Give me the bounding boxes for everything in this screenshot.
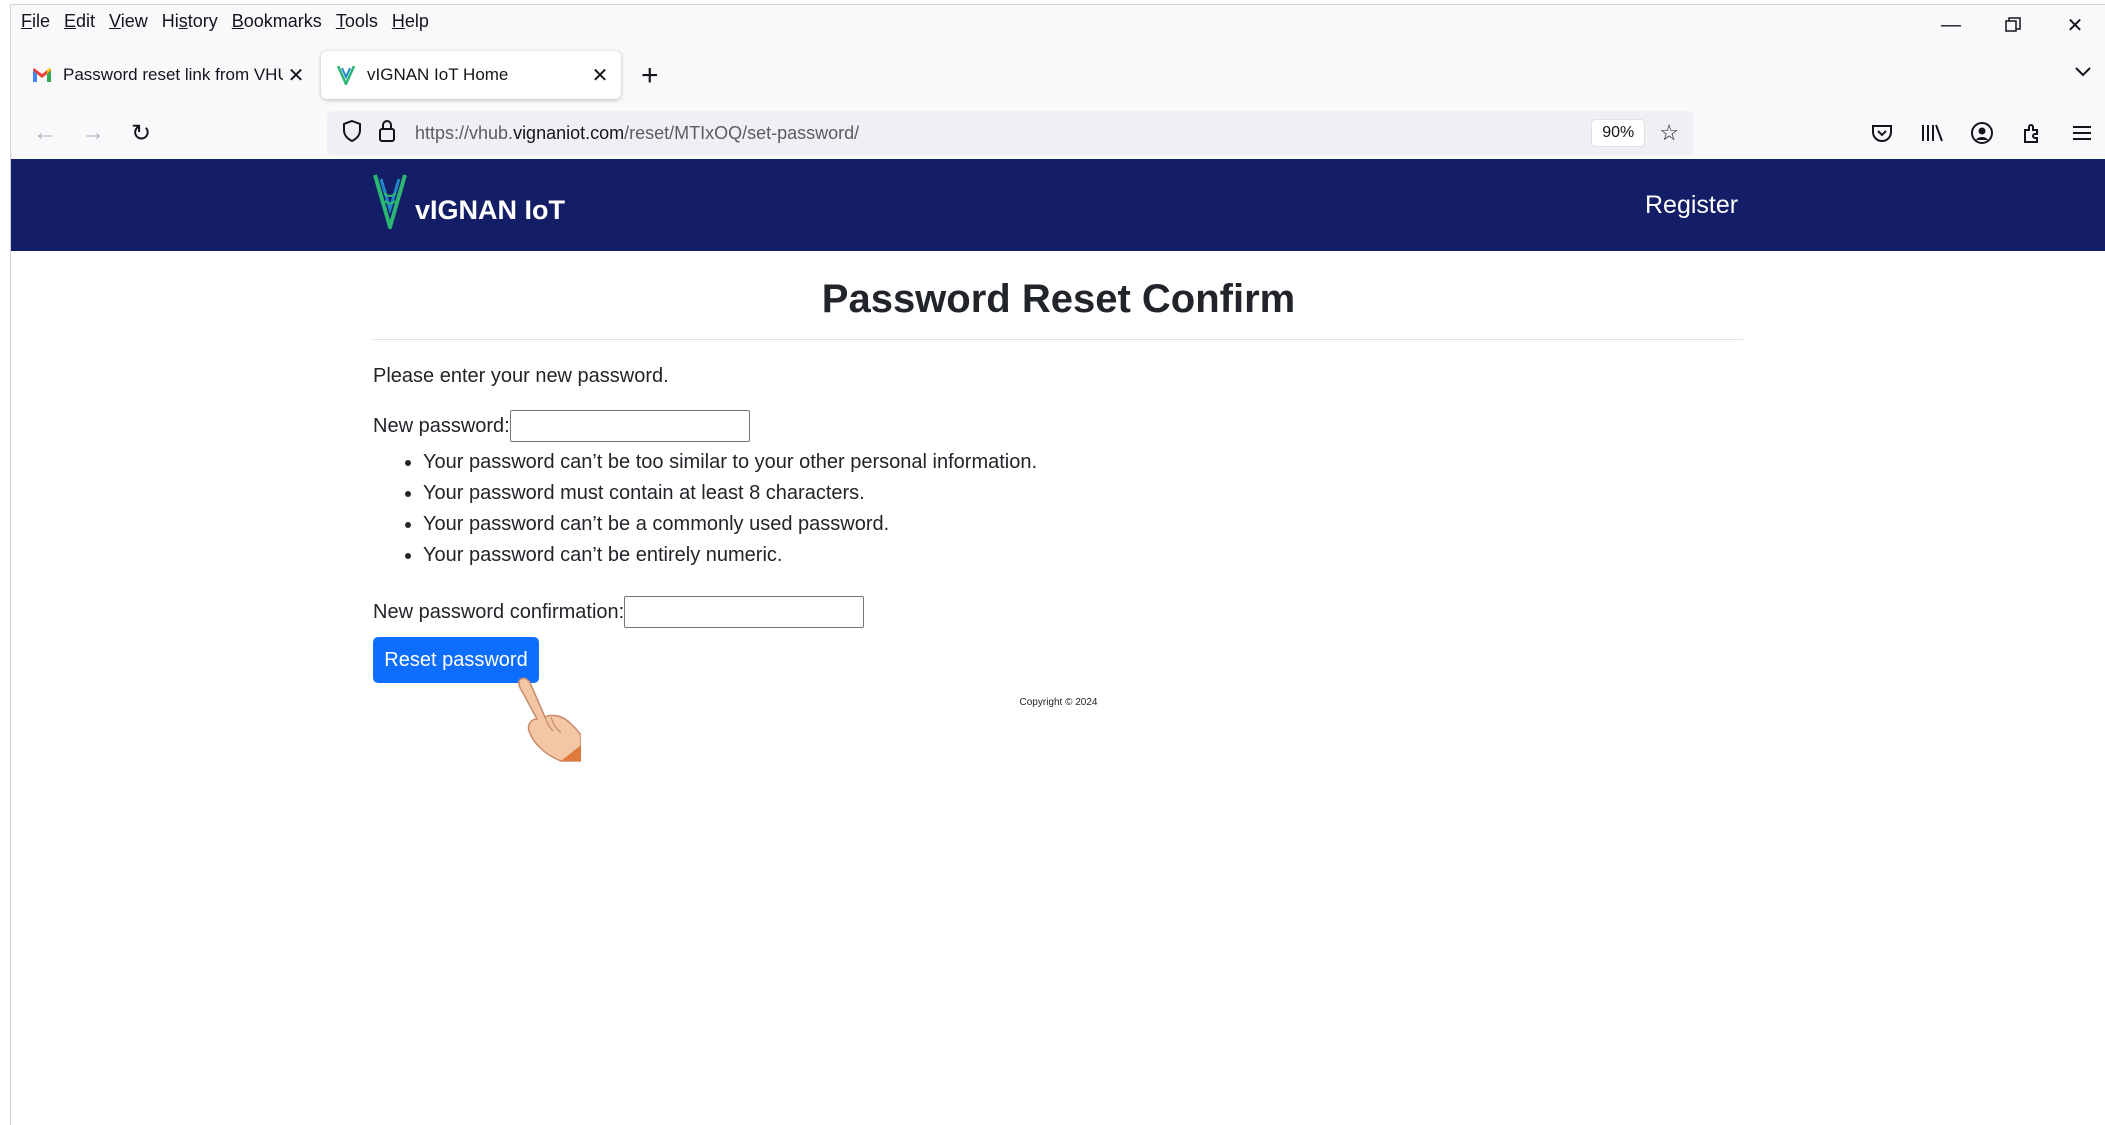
confirm-password-input[interactable] [624, 596, 865, 628]
account-icon[interactable] [1968, 119, 1996, 147]
browser-window: File Edit View History Bookmarks Tools H… [10, 4, 2105, 1125]
intro-text: Please enter your new password. [373, 365, 669, 387]
confirm-password-row: New password confirmation: [373, 596, 865, 628]
site-header: vIGNAN IoT Register [11, 159, 2105, 251]
menu-view[interactable]: View [109, 11, 148, 32]
copyright-text: Copyright © 2024 [1019, 697, 1098, 708]
password-rules-list: Your password can’t be too similar to yo… [403, 447, 1037, 571]
new-password-input[interactable] [509, 410, 750, 442]
vignan-logo-icon [335, 64, 357, 86]
close-tab-icon[interactable]: ✕ [283, 63, 309, 88]
forward-icon[interactable]: → [77, 117, 109, 149]
menu-bookmarks[interactable]: Bookmarks [232, 11, 322, 32]
register-link[interactable]: Register [1645, 191, 1738, 220]
window-controls: — ✕ [1920, 5, 2105, 45]
star-icon[interactable]: ☆ [1659, 120, 1679, 146]
menu-help[interactable]: Help [392, 11, 429, 32]
list-item: Your password can’t be a commonly used p… [423, 509, 1037, 540]
confirm-password-label: New password confirmation: [373, 600, 625, 623]
menu-history[interactable]: History [162, 11, 218, 32]
shield-icon[interactable] [341, 119, 367, 148]
library-icon[interactable] [1918, 119, 1946, 147]
url-bar[interactable]: https://vhub.vignaniot.com/reset/MTIxOQ/… [327, 111, 1693, 155]
new-password-row: New password: [373, 410, 750, 442]
pointing-hand-icon [505, 675, 582, 768]
page-title: Password Reset Confirm [821, 277, 1296, 321]
tab-title: Password reset link from VHUB.V [63, 65, 283, 84]
menu-tools[interactable]: Tools [336, 11, 378, 32]
reload-icon[interactable]: ↻ [125, 117, 157, 149]
pocket-icon[interactable] [1868, 119, 1896, 147]
page-content: vIGNAN IoT Register Password Reset Confi… [11, 159, 2105, 1125]
nav-bar: ← → ↻ https://vhub.vignaniot.com/reset/M… [11, 105, 2105, 161]
menu-bar: File Edit View History Bookmarks Tools H… [11, 5, 2105, 37]
chevron-down-icon[interactable] [2074, 61, 2092, 84]
new-tab-icon[interactable]: + [641, 59, 659, 93]
tab-title: vIGNAN IoT Home [367, 65, 509, 84]
zoom-level[interactable]: 90% [1591, 119, 1646, 147]
site-logo[interactable]: vIGNAN IoT [373, 173, 566, 235]
gmail-icon [31, 64, 53, 86]
lock-icon[interactable] [377, 119, 403, 148]
new-password-label: New password: [373, 414, 510, 437]
list-item: Your password must contain at least 8 ch… [423, 478, 1037, 509]
url-text[interactable]: https://vhub.vignaniot.com/reset/MTIxOQ/… [415, 123, 1591, 144]
toolbar-icons [1868, 119, 2096, 147]
menu-file[interactable]: File [21, 11, 50, 32]
menu-edit[interactable]: Edit [64, 11, 95, 32]
list-item: Your password can’t be entirely numeric. [423, 540, 1037, 571]
tab-strip: Password reset link from VHUB.V ✕ vIGNAN… [11, 49, 2105, 105]
brand-name: vIGNAN IoT [415, 195, 566, 225]
extensions-icon[interactable] [2018, 119, 2046, 147]
divider [373, 339, 1743, 340]
tab-gmail[interactable]: Password reset link from VHUB.V ✕ [17, 51, 317, 99]
back-icon[interactable]: ← [29, 117, 61, 149]
vignan-logo-icon [373, 173, 407, 235]
restore-icon[interactable] [1982, 5, 2044, 45]
hamburger-menu-icon[interactable] [2068, 119, 2096, 147]
list-item: Your password can’t be too similar to yo… [423, 447, 1037, 478]
minimize-icon[interactable]: — [1920, 5, 1982, 45]
close-tab-icon[interactable]: ✕ [587, 63, 613, 88]
close-window-icon[interactable]: ✕ [2044, 5, 2105, 45]
tab-vignan[interactable]: vIGNAN IoT Home ✕ [321, 51, 621, 99]
